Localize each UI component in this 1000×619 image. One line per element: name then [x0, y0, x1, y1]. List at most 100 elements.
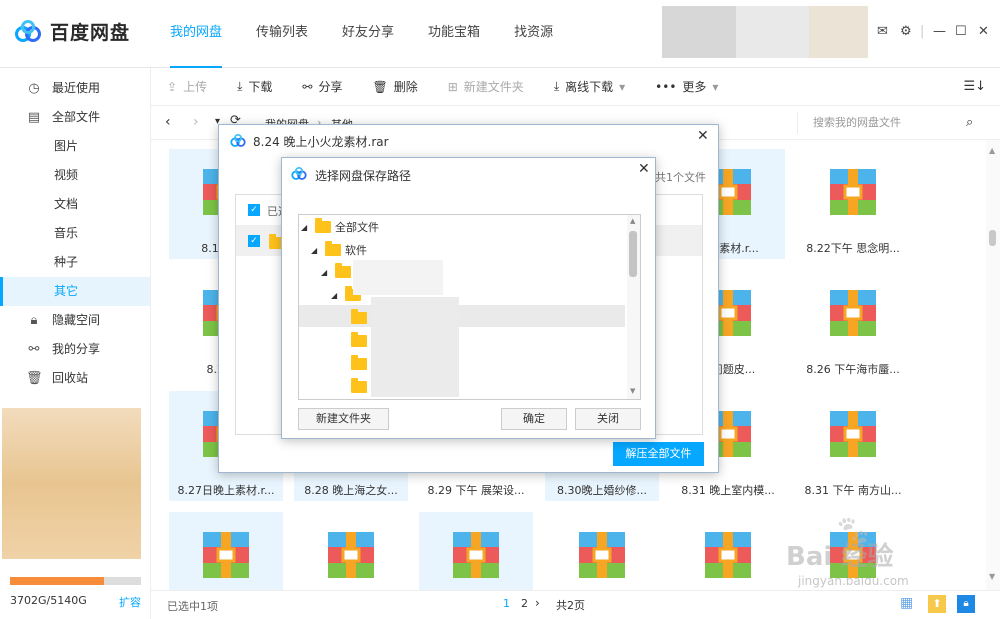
cloud-logo-icon: [15, 19, 41, 42]
sidebar-item-hidden-space[interactable]: 🔒︎ 隐藏空间: [0, 306, 150, 335]
minimize-icon[interactable]: —: [933, 24, 946, 39]
expand-arrow-icon[interactable]: ◢: [311, 246, 323, 255]
file-name: 8.28 晚上海之女...: [304, 484, 398, 497]
sidebar-item-music[interactable]: 音乐: [0, 219, 150, 248]
close-button[interactable]: 关闭: [575, 408, 641, 430]
rar-archive-icon: [203, 532, 249, 578]
expand-arrow-icon[interactable]: ◢: [331, 291, 343, 300]
settings-icon[interactable]: ⚙: [900, 24, 912, 39]
file-row-checkbox[interactable]: ✓: [248, 235, 260, 247]
tab-transfer-list[interactable]: 传输列表: [256, 0, 308, 68]
file-tile[interactable]: [419, 512, 533, 590]
file-tile[interactable]: 8.22下午 思念明...: [796, 149, 910, 259]
blurred-name-1: [353, 260, 443, 295]
page-1[interactable]: 1: [503, 597, 510, 610]
tree-node-label: 软件: [345, 244, 367, 257]
confirm-button[interactable]: 确定: [501, 408, 567, 430]
maximize-icon[interactable]: ☐: [955, 24, 967, 39]
file-tile[interactable]: [671, 512, 785, 590]
forward-icon[interactable]: ›: [193, 114, 199, 130]
sidebar-item-label: 回收站: [52, 371, 89, 385]
sidebar-item-torrents[interactable]: 种子: [0, 248, 150, 277]
scrollbar-up-icon[interactable]: ▲: [989, 146, 995, 155]
scrollbar-thumb[interactable]: [989, 230, 996, 246]
sidebar-item-images[interactable]: 图片: [0, 132, 150, 161]
mail-icon[interactable]: ✉: [877, 24, 888, 39]
offline-download-button[interactable]: ⤓ 离线下载 ▾: [554, 78, 625, 95]
file-tile[interactable]: [545, 512, 659, 590]
file-tile[interactable]: [294, 512, 408, 590]
tab-friend-share[interactable]: 好友分享: [342, 0, 394, 68]
lock-button-icon[interactable]: 🔒︎: [957, 595, 975, 613]
scrollbar-down-icon[interactable]: ▼: [989, 572, 995, 581]
tab-my-disk[interactable]: 我的网盘: [170, 0, 223, 68]
file-name: 8.30晚上婚纱修...: [557, 484, 647, 497]
chevron-down-icon: ▾: [712, 79, 719, 94]
sidebar-item-all-files[interactable]: ▤ 全部文件: [0, 103, 150, 132]
close-icon[interactable]: ✕: [638, 161, 650, 177]
file-tile[interactable]: 8.31 下午 南方山...: [796, 391, 910, 501]
folder-icon: [351, 332, 367, 347]
file-tile[interactable]: [169, 512, 283, 590]
save-path-dialog-title: 选择网盘保存路径: [315, 169, 412, 183]
tree-scrollbar-thumb[interactable]: [629, 231, 637, 277]
tree-node-blurred-1[interactable]: ◢: [321, 261, 353, 283]
sidebar-item-videos[interactable]: 视频: [0, 161, 150, 190]
total-pages: 共2页: [556, 599, 585, 612]
sort-icon[interactable]: ☰↓: [963, 79, 986, 94]
close-icon[interactable]: ✕: [978, 24, 989, 39]
tree-node-selected[interactable]: [299, 305, 625, 327]
more-button[interactable]: ••• 更多 ▾: [655, 78, 718, 95]
tree-scrollbar[interactable]: ▲ ▼: [627, 215, 640, 399]
avatar-blurred: [662, 6, 736, 58]
upload-button[interactable]: ⇪ 上传: [167, 78, 207, 95]
app-logo: 百度网盘: [14, 18, 130, 45]
tab-toolbox[interactable]: 功能宝箱: [428, 0, 480, 68]
file-name: 8.31 下午 南方山...: [804, 484, 902, 497]
share-button[interactable]: ⚯ 分享: [302, 78, 342, 95]
sidebar-item-recent[interactable]: ◷ 最近使用: [0, 74, 150, 103]
rar-archive-icon: [830, 290, 876, 336]
search-input[interactable]: 搜索我的网盘文件: [797, 112, 987, 134]
folder-icon: [351, 309, 367, 324]
sidebar-item-my-share[interactable]: ⚯ 我的分享: [0, 335, 150, 364]
share-icon: ⚯: [28, 342, 40, 357]
file-name: 8.22下午 思念明...: [806, 242, 900, 255]
expand-storage-link[interactable]: 扩容: [119, 594, 141, 610]
folder-plus-icon: ⊞: [447, 79, 458, 94]
next-page-icon[interactable]: ›: [535, 596, 540, 610]
scrollbar[interactable]: ▲ ▼: [986, 140, 1000, 590]
file-name: 8.26 下午海市蜃...: [806, 363, 900, 376]
tree-node-root[interactable]: ◢ 全部文件: [301, 216, 379, 238]
select-all-checkbox[interactable]: ✓: [248, 204, 260, 216]
back-icon[interactable]: ‹: [165, 114, 171, 130]
download-button[interactable]: ⤓ 下载: [237, 78, 272, 95]
sidebar-item-docs[interactable]: 文档: [0, 190, 150, 219]
sidebar: ◷ 最近使用 ▤ 全部文件 图片 视频 文档 音乐 种子 其它 🔒︎ 隐藏空间 ⚯ 我的…: [0, 68, 151, 619]
new-folder-button[interactable]: ⊞ 新建文件夹: [448, 78, 524, 95]
file-tile[interactable]: 8.26 下午海市蜃...: [796, 270, 910, 380]
expand-arrow-icon[interactable]: ◢: [321, 268, 333, 277]
expand-arrow-icon[interactable]: ◢: [301, 223, 313, 232]
delete-button[interactable]: 🗑︎ 删除: [372, 78, 417, 95]
tab-find-resources[interactable]: 找资源: [514, 0, 553, 68]
search-icon[interactable]: ⌕: [966, 115, 973, 130]
page-2[interactable]: 2: [521, 597, 528, 610]
folder-tree: ◢ 全部文件 ◢ 软件 ◢ ◢ ▲ ▼: [298, 214, 641, 400]
selected-count: 已选中1项: [167, 600, 218, 613]
folder-icon: [351, 355, 367, 370]
folder-icon: [315, 218, 331, 233]
file-name: 8.27日晚上素材.r...: [177, 484, 275, 497]
sidebar-item-recycle[interactable]: 🗑︎ 回收站: [0, 364, 150, 393]
scroll-up-icon[interactable]: ▲: [630, 217, 635, 225]
sidebar-item-other[interactable]: 其它: [0, 277, 150, 306]
file-icon: ▤: [27, 110, 41, 125]
new-folder-button[interactable]: 新建文件夹: [298, 408, 389, 430]
close-icon[interactable]: ✕: [697, 128, 709, 144]
sidebar-item-label: 全部文件: [52, 110, 101, 124]
tree-node-software[interactable]: ◢ 软件: [311, 239, 367, 261]
blurred-name-2: [371, 297, 459, 397]
scroll-down-icon[interactable]: ▼: [630, 387, 635, 395]
extract-all-button[interactable]: 解压全部文件: [613, 442, 704, 466]
rar-archive-icon: [705, 532, 751, 578]
